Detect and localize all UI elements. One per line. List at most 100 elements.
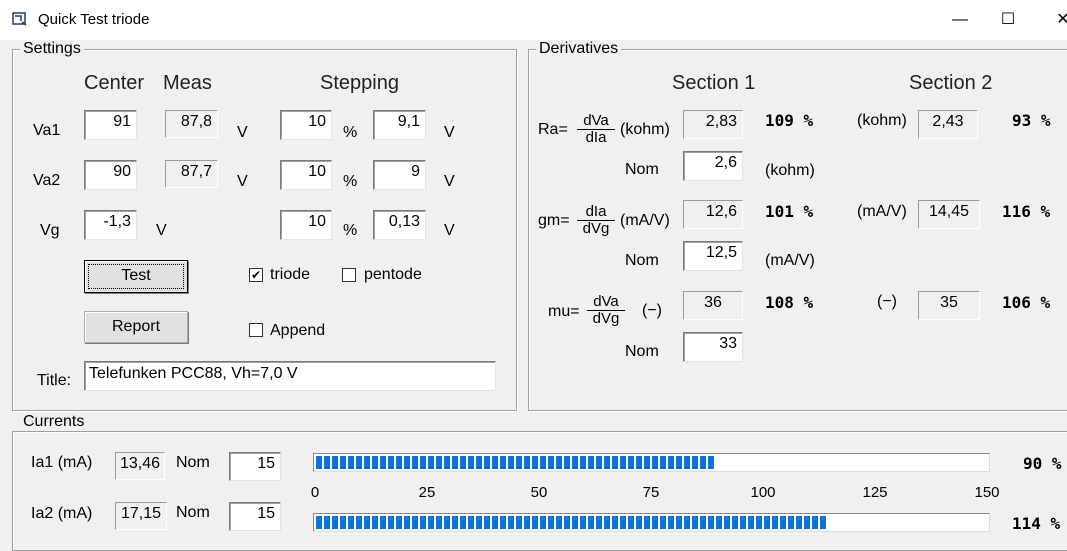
triode-label[interactable]: triode xyxy=(270,266,310,284)
append-checkbox[interactable] xyxy=(249,323,263,337)
col-stepping-header: Stepping xyxy=(320,72,399,94)
maximize-button[interactable]: ☐ xyxy=(993,8,1023,32)
report-button[interactable]: Report xyxy=(84,311,188,343)
va2-step-pct-input[interactable]: 10 xyxy=(280,160,332,190)
gm-section1-pct: 101 % xyxy=(765,202,814,221)
mu-section1-pct: 108 % xyxy=(765,293,814,312)
title-bar: Quick Test triode — ☐ ✕ xyxy=(0,0,1067,40)
mu-nom-label: Nom xyxy=(625,343,659,360)
gm-section2-value: 14,45 xyxy=(918,200,980,229)
mu-label: mu= xyxy=(548,303,580,320)
va1-step-unit: V xyxy=(444,124,455,141)
mu-numerator: dVa xyxy=(587,294,625,311)
gm-nom-input[interactable]: 12,5 xyxy=(683,241,743,271)
va2-center-input[interactable]: 90 xyxy=(84,160,137,190)
scale-tick-label: 100 xyxy=(750,484,776,501)
gm-unit2: (mA/V) xyxy=(857,203,907,220)
minimize-button[interactable]: — xyxy=(945,8,975,32)
currents-legend: Currents xyxy=(20,413,88,431)
mu-unit1: (−) xyxy=(642,302,662,319)
close-button[interactable]: ✕ xyxy=(1048,8,1067,32)
ia1-pct: 90 % xyxy=(1023,454,1062,473)
va1-unit: V xyxy=(237,124,248,141)
va2-step-unit: V xyxy=(444,173,455,190)
va1-center-input[interactable]: 91 xyxy=(84,110,137,140)
gm-section2-pct: 116 % xyxy=(1002,202,1051,221)
ra-unit2: (kohm) xyxy=(857,112,907,129)
va1-label: Va1 xyxy=(33,122,61,139)
ra-section2-value: 2,43 xyxy=(918,110,978,139)
ia1-nom-input[interactable]: 15 xyxy=(229,452,281,481)
mu-section2-pct: 106 % xyxy=(1002,293,1051,312)
col-center-header: Center xyxy=(84,72,145,94)
settings-legend: Settings xyxy=(20,40,84,58)
append-label[interactable]: Append xyxy=(270,322,325,340)
scale-tick-label: 150 xyxy=(974,484,1000,501)
ia2-nom-input[interactable]: 15 xyxy=(229,502,281,531)
ra-nom-label: Nom xyxy=(625,161,659,178)
ra-label: Ra= xyxy=(538,121,568,138)
mu-nom-input[interactable]: 33 xyxy=(683,332,743,362)
ra-section1-pct: 109 % xyxy=(765,111,814,130)
ra-fraction: dVa dIa xyxy=(577,113,615,146)
mu-section1-value: 36 xyxy=(683,291,743,320)
vg-step-abs-input[interactable]: 0,13 xyxy=(373,210,426,240)
va1-step-abs-input[interactable]: 9,1 xyxy=(373,110,426,140)
scale-tick-label: 25 xyxy=(418,484,436,501)
col-meas-header: Meas xyxy=(163,72,212,94)
mu-section2-value: 35 xyxy=(918,291,980,320)
test-button[interactable]: Test xyxy=(84,260,188,293)
mu-fraction: dVa dVg xyxy=(587,294,625,327)
ia1-value: 13,46 xyxy=(115,452,165,480)
va1-meas-value: 87,8 xyxy=(165,110,218,138)
pentode-label[interactable]: pentode xyxy=(364,266,422,284)
gm-unit1: (mA/V) xyxy=(620,212,670,229)
ia1-progress-bar xyxy=(313,453,990,472)
section1-header: Section 1 xyxy=(672,72,756,94)
app-icon xyxy=(12,12,27,26)
ra-section1-value: 2,83 xyxy=(683,110,743,139)
vg-pct-sym: % xyxy=(343,222,358,239)
gm-fraction: dIa dVg xyxy=(577,204,615,237)
ia2-value: 17,15 xyxy=(115,502,167,530)
ia2-progress-bar xyxy=(313,513,990,532)
scale-tick-label: 50 xyxy=(530,484,548,501)
va1-pct-sym: % xyxy=(343,124,358,141)
mu-denominator: dVg xyxy=(592,310,620,327)
derivatives-legend: Derivatives xyxy=(536,40,622,58)
triode-checkbox[interactable]: ✔ xyxy=(249,268,263,282)
scale-tick-label: 0 xyxy=(310,484,320,501)
ra-unit1: (kohm) xyxy=(620,121,670,138)
window-title: Quick Test triode xyxy=(38,11,150,28)
ra-denominator: dIa xyxy=(585,129,607,146)
vg-center-input[interactable]: -1,3 xyxy=(84,210,137,240)
scale-tick-label: 75 xyxy=(642,484,660,501)
ra-nom-input[interactable]: 2,6 xyxy=(683,151,743,181)
va2-meas-value: 87,7 xyxy=(165,160,218,188)
mu-unit2: (−) xyxy=(877,293,897,310)
va2-pct-sym: % xyxy=(343,173,358,190)
gm-label: gm= xyxy=(538,212,570,229)
title-input[interactable]: Telefunken PCC88, Vh=7,0 V xyxy=(84,361,496,391)
vg-unit: V xyxy=(156,222,167,239)
title-label: Title: xyxy=(37,372,72,389)
vg-step-unit: V xyxy=(444,222,455,239)
check-mark-icon: ✔ xyxy=(250,268,262,282)
ra-section2-pct: 93 % xyxy=(1012,111,1051,130)
gm-denominator: dVg xyxy=(582,220,610,237)
va1-step-pct-input[interactable]: 10 xyxy=(280,110,332,140)
va2-label: Va2 xyxy=(33,172,61,189)
ia1-label: Ia1 (mA) xyxy=(31,454,93,471)
ra-nom-unit: (kohm) xyxy=(765,162,815,179)
scale-tick-label: 125 xyxy=(862,484,888,501)
va2-step-abs-input[interactable]: 9 xyxy=(373,160,426,190)
ra-numerator: dVa xyxy=(577,113,615,130)
focus-rect xyxy=(88,264,184,289)
gm-numerator: dIa xyxy=(577,204,615,221)
vg-label: Vg xyxy=(40,222,60,239)
gm-nom-label: Nom xyxy=(625,252,659,269)
vg-step-pct-input[interactable]: 10 xyxy=(280,210,332,240)
section2-header: Section 2 xyxy=(909,72,993,94)
ia2-nom-label: Nom xyxy=(176,504,210,521)
pentode-checkbox[interactable] xyxy=(342,268,356,282)
